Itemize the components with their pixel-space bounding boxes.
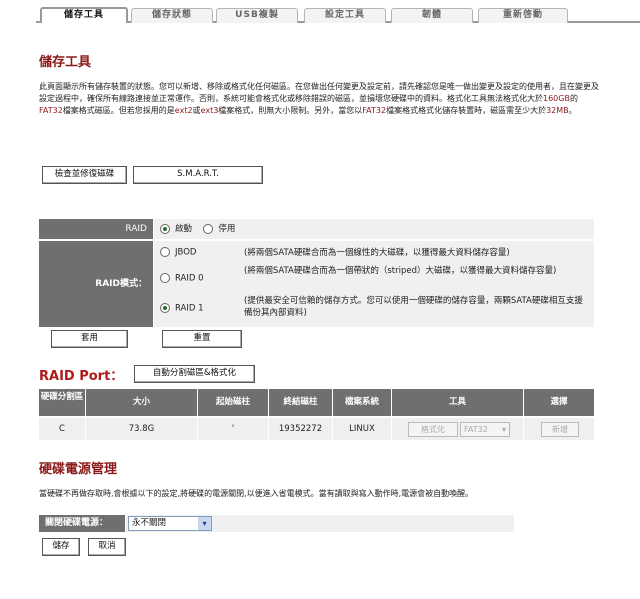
- filesystem-select[interactable]: FAT32 ▾: [460, 422, 510, 437]
- power-label: 關閉硬碟電源：: [39, 515, 125, 532]
- raid-mode-jbod[interactable]: JBOD: [160, 247, 196, 258]
- format-button[interactable]: 格式化: [408, 422, 458, 437]
- reset-button[interactable]: 重置: [162, 330, 242, 348]
- add-button[interactable]: 新增: [541, 422, 579, 437]
- power-desc: 當硬碟不再做存取時,會根據以下的設定,將硬碟的電源關閉,以便進入省電模式。當有讀…: [39, 489, 474, 498]
- col-filesystem: 檔案系統: [333, 389, 391, 416]
- col-select: 選擇: [524, 389, 594, 416]
- col-size: 大小: [86, 389, 197, 416]
- raid-mode-raid0[interactable]: RAID 0: [160, 273, 204, 284]
- chevron-down-icon: ▾: [501, 425, 506, 434]
- tab-storage-tools[interactable]: 儲存工具: [40, 7, 128, 23]
- tab-restart[interactable]: 重新啓動: [478, 8, 568, 23]
- raid-enable-radio[interactable]: [160, 223, 170, 234]
- cell-start: ': [198, 418, 268, 440]
- raid-disable-label: 停用: [218, 224, 236, 234]
- raid-mode-raid1-desc: (提供最安全可信賴的儲存方式。您可以使用一個硬碟的儲存容量，兩顆SATA硬碟相互…: [244, 296, 583, 318]
- power-select-cell: 永不關閉 ▾: [126, 515, 514, 532]
- page-title: 儲存工具: [39, 55, 92, 70]
- cancel-button[interactable]: 取消: [88, 538, 126, 556]
- raid-mode-options: JBOD (將兩個SATA硬碟合而為一個線性的大磁碟，以獲得最大資料儲存容量) …: [154, 241, 594, 327]
- save-button[interactable]: 儲存: [42, 538, 80, 556]
- tab-settings-tools[interactable]: 設定工具: [304, 8, 386, 23]
- cell-end: 19352272: [269, 418, 332, 440]
- cell-partition: C: [39, 418, 85, 440]
- col-partition: 硬碟分割區: [39, 389, 85, 416]
- tab-firmware[interactable]: 韌體: [391, 8, 473, 23]
- raid-mode-label: RAID模式：: [39, 241, 153, 327]
- power-off-select[interactable]: 永不關閉 ▾: [128, 516, 212, 531]
- raid-mode-raid1[interactable]: RAID 1: [160, 303, 204, 314]
- tab-storage-status[interactable]: 儲存狀態: [131, 8, 213, 23]
- cell-filesystem: LINUX: [333, 418, 391, 440]
- raid-enable-label: 啟動: [175, 224, 193, 234]
- auto-partition-format-button[interactable]: 自動分割磁區&格式化: [134, 365, 255, 383]
- col-end-cylinder: 終結磁柱: [269, 389, 332, 416]
- intro-text: 此頁面顯示所有儲存裝置的狀態。您可以新增、移除或格式化任何磁區。在您做出任何變更…: [39, 82, 599, 115]
- tab-bar: 儲存工具 儲存狀態 USB複製 設定工具 韌體 重新啓動: [36, 6, 640, 23]
- cell-select: 新增: [524, 418, 594, 440]
- check-repair-button[interactable]: 檢查並修復磁碟: [42, 166, 127, 184]
- tab-usb-copy[interactable]: USB複製: [216, 8, 298, 23]
- power-title: 硬碟電源管理: [39, 462, 118, 477]
- chevron-down-icon: ▾: [198, 517, 211, 530]
- smart-button[interactable]: S.M.A.R.T.: [133, 166, 263, 184]
- raid-disable-radio[interactable]: [203, 223, 214, 234]
- raid-label: RAID: [39, 219, 153, 239]
- cell-size: 73.8G: [86, 418, 197, 440]
- raid-mode-raid0-desc: (將兩個SATA硬碟合而為一個帶狀的（striped）大磁碟，以獲得最大資料儲存…: [244, 266, 557, 276]
- raid-mode-jbod-desc: (將兩個SATA硬碟合而為一個線性的大磁碟，以獲得最大資料儲存容量): [244, 248, 510, 258]
- apply-button[interactable]: 套用: [51, 330, 128, 348]
- raid-toggle: 啟動 停用: [154, 219, 594, 239]
- cell-tools: 格式化 FAT32 ▾: [392, 418, 523, 440]
- col-tools: 工具: [392, 389, 523, 416]
- col-start-cylinder: 起始磁柱: [198, 389, 268, 416]
- raid-port-title: RAID Port：: [39, 369, 124, 384]
